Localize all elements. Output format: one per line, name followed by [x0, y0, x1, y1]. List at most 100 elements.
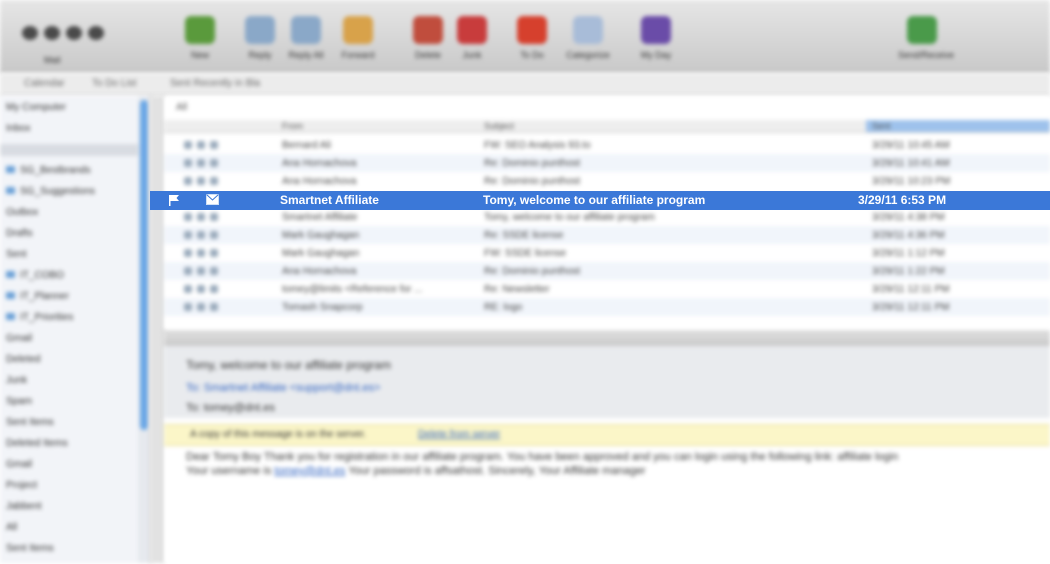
message-row[interactable]: Smartnet Affiliate Tomy, welcome to our a…	[164, 208, 1050, 226]
body-line: Dear Tomy Boy Thank you for registration…	[186, 451, 899, 463]
attachment-icon	[197, 249, 205, 257]
toolbar-button-new[interactable]: New	[176, 10, 224, 68]
toolbar-button-reply-all[interactable]: Reply All	[282, 10, 330, 68]
sidebar-item-label: Sent Items	[6, 543, 54, 554]
message-subject: Re: Newsletter	[484, 284, 550, 295]
message-row[interactable]: Ana Hornachova Re: Dominio punthost 3/29/1…	[164, 172, 1050, 190]
row-status-icons	[184, 213, 223, 224]
toolbar-button-delete[interactable]: Delete	[404, 10, 452, 68]
sidebar-item-label: Deleted	[6, 354, 41, 365]
message-date: 3/29/11 1:22 PM	[872, 266, 945, 277]
sidebar-item-label: SG_Bestbrands	[20, 165, 91, 176]
calendar-icon[interactable]	[88, 26, 104, 40]
message-row[interactable]: Mark Gaughagan Re: SSDE license 3/29/11 4:…	[164, 226, 1050, 244]
attachment-icon	[197, 285, 205, 293]
column-header-from[interactable]: From	[282, 121, 303, 131]
toolbar-button-label: Delete	[414, 50, 441, 60]
sidebar-item-label: Drafts	[6, 228, 33, 239]
message-subject: Re: Dominio punthost	[484, 176, 581, 187]
selected-message-row[interactable]: Smartnet Affiliate Tomy, welcome to our …	[150, 191, 1050, 210]
envelope-icon	[206, 194, 219, 205]
message-sender: Bernard Ali	[282, 140, 331, 151]
delete-from-server-link[interactable]: Delete from server	[418, 429, 500, 440]
message-sender: Ana Hornachova	[282, 158, 357, 169]
sidebar-folder-item[interactable]: Drafts	[6, 228, 33, 239]
send-receive-icon	[907, 16, 937, 44]
sidebar-folder-item[interactable]: Inbox	[6, 123, 30, 134]
sidebar-folder-item[interactable]: Deleted Items	[6, 438, 68, 449]
toolbar-button-label: Categorize	[566, 50, 610, 60]
column-header-sent[interactable]: Sent	[872, 121, 891, 131]
toolbar-button-send-receive[interactable]: Send/Receive	[898, 10, 954, 68]
message-sender: Ana Hornachova	[282, 266, 357, 277]
message-row[interactable]: Bernard Ali FW: SEO Analysis 93.to 3/29/11…	[164, 136, 1050, 154]
list-column-header: From Subject Sent	[164, 120, 1050, 133]
sidebar-item-label: Sent	[6, 249, 27, 260]
mail-label: Mail	[44, 55, 61, 65]
sidebar-folder-item[interactable]: All	[6, 522, 17, 533]
sidebar-folder-item[interactable]: Jabbent	[6, 501, 42, 512]
sidebar-folder-item[interactable]: SG_Bestbrands	[6, 165, 91, 176]
sidebar-folder-item[interactable]: Gmail	[6, 459, 32, 470]
message-sender: Mark Gaughagan	[282, 230, 360, 241]
sidebar-item-label: Inbox	[6, 123, 31, 134]
reading-pane-divider[interactable]	[164, 332, 1050, 346]
sidebar-folder-item[interactable]: Sent Items	[6, 543, 54, 554]
folder-icon	[6, 313, 15, 320]
sidebar-folder-item[interactable]: IT_COBO	[6, 270, 64, 281]
sidebar-folder-item[interactable]: Project	[6, 480, 37, 491]
view-switcher-bar: Calendar To Do List Sent Recently in Bla	[0, 73, 1050, 96]
sidebar-item-label: Outbox	[6, 207, 39, 218]
reply-status-icon	[184, 159, 192, 167]
sidebar-folder-item[interactable]: Sent	[6, 249, 27, 260]
reply-status-icon	[184, 213, 192, 221]
toolbar-button-categorize[interactable]: Categorize	[564, 10, 612, 68]
category-icon	[210, 267, 218, 275]
flag-icon[interactable]	[168, 194, 180, 206]
attachment-icon	[197, 267, 205, 275]
sidebar-folder-item[interactable]: IT_Priorities	[6, 312, 73, 323]
category-icon	[210, 159, 218, 167]
toolbar-button-forward[interactable]: Forward	[334, 10, 382, 68]
message-subject: Re: Dominio punthost	[484, 266, 581, 277]
sidebar-item-label: Deleted Items	[6, 438, 68, 449]
message-row[interactable]: tomey@limits <Reference for ... Re: Newsl…	[164, 280, 1050, 298]
tab-to-do-list[interactable]: To Do List	[92, 78, 136, 89]
toolbar-button-my-day[interactable]: My Day	[632, 10, 680, 68]
message-date: 3/29/11 12:11 PM	[872, 284, 950, 295]
flag-icon[interactable]	[44, 26, 60, 40]
column-header-subject[interactable]: Subject	[484, 121, 514, 131]
sidebar-folder-item[interactable]: Outbox	[6, 207, 38, 218]
toolbar: Mail New Reply Reply All Forward Delete Junk T…	[0, 0, 1050, 73]
sidebar-folder-item[interactable]: Spam	[6, 396, 32, 407]
tab-sent-recently[interactable]: Sent Recently in Bla	[170, 78, 260, 89]
sidebar-folder-item[interactable]: Junk	[6, 375, 27, 386]
sidebar-folder-item[interactable]: Gmail	[6, 333, 32, 344]
toolbar-button-label: Reply	[248, 50, 272, 60]
new-message-icon	[185, 16, 215, 44]
message-row[interactable]: Mark Gaughagan FW: SSDE license 3/29/11 1:…	[164, 244, 1050, 262]
sidebar-folder-item[interactable]: IT_Planner	[6, 291, 69, 302]
sidebar-folder-item[interactable]: Deleted	[6, 354, 40, 365]
username-link[interactable]: tomey@dnt.es	[274, 465, 345, 477]
tab-calendar[interactable]: Calendar	[24, 78, 65, 89]
attachment-icon	[197, 159, 205, 167]
sidebar-folder-item[interactable]: Sent Items	[6, 417, 54, 428]
back-icon[interactable]	[22, 26, 38, 40]
sidebar-folder-item[interactable]: My Computer	[6, 102, 66, 113]
sidebar-folder-item[interactable]: SG_Suggestions	[6, 186, 95, 197]
pane-splitter[interactable]	[150, 96, 165, 563]
message-row[interactable]: Tomash Snapcorp RE: logo 3/29/11 12:11 PM	[164, 298, 1050, 316]
sidebar-scroll-thumb[interactable]	[140, 100, 148, 430]
category-icon	[210, 303, 218, 311]
selected-date: 3/29/11 6:53 PM	[858, 193, 947, 207]
toolbar-button-junk[interactable]: Junk	[448, 10, 496, 68]
message-row[interactable]: Ana Hornachova Re: Dominio punthost 3/29/1…	[164, 154, 1050, 172]
preview-from[interactable]: To: Smartnet Affiliate <support@dnt.es>	[186, 382, 380, 394]
contacts-icon[interactable]	[66, 26, 82, 40]
toolbar-button-to-do[interactable]: To Do	[508, 10, 556, 68]
message-sender: Ana Hornachova	[282, 176, 357, 187]
toolbar-button-label: Forward	[341, 50, 375, 60]
toolbar-button-reply[interactable]: Reply	[236, 10, 284, 68]
message-row[interactable]: Ana Hornachova Re: Dominio punthost 3/29/1…	[164, 262, 1050, 280]
